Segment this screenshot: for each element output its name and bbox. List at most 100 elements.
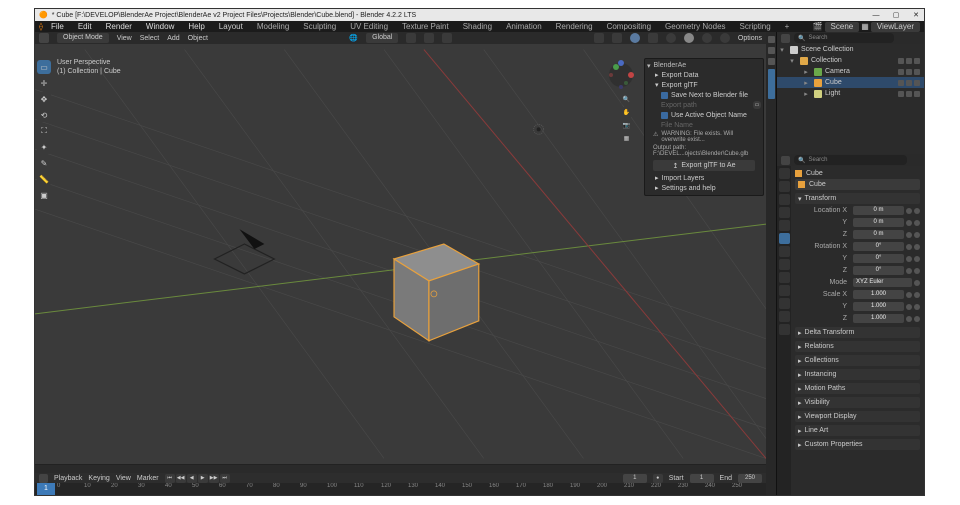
shading-matprev[interactable]	[702, 33, 712, 43]
tab-shading[interactable]: Shading	[457, 22, 498, 31]
tab-add[interactable]: +	[779, 22, 796, 31]
tab-rendering[interactable]: Rendering	[550, 22, 599, 31]
tool-addcube[interactable]: ▣	[37, 188, 51, 202]
tab-texpaint[interactable]: Texture Paint	[396, 22, 455, 31]
np-use-active[interactable]: Use Active Object Name	[647, 110, 761, 120]
sec-viewport[interactable]: ▸Viewport Display	[795, 411, 920, 422]
np-import-layers[interactable]: ▸Import Layers	[647, 173, 761, 183]
tool-rotate[interactable]: ⟲	[37, 108, 51, 122]
nav-gizmo[interactable]	[606, 60, 636, 90]
rot-mode-dropdown[interactable]: XYZ Euler	[853, 278, 912, 287]
tab-scripting[interactable]: Scripting	[734, 22, 777, 31]
outliner-search[interactable]: 🔍Search	[794, 33, 894, 43]
rot-y-field[interactable]: 0°	[853, 254, 904, 263]
ptab-scene[interactable]	[779, 207, 790, 218]
sec-motion[interactable]: ▸Motion Paths	[795, 383, 920, 394]
ntab-tool[interactable]	[768, 47, 775, 54]
ptab-material[interactable]	[779, 311, 790, 322]
menu-help[interactable]: Help	[182, 22, 210, 31]
shading-rendered[interactable]	[720, 33, 730, 43]
tab-animation[interactable]: Animation	[500, 22, 548, 31]
overlay-toggle[interactable]	[630, 33, 640, 43]
shading-solid[interactable]	[684, 33, 694, 43]
folder-button[interactable]: ▭	[753, 101, 761, 109]
autokey-button[interactable]: ●	[653, 474, 663, 483]
properties-options[interactable]	[911, 156, 920, 165]
tool-cursor[interactable]: ✛	[37, 76, 51, 90]
sec-lineart[interactable]: ▸Line Art	[795, 425, 920, 436]
ptab-world[interactable]	[779, 220, 790, 231]
outliner-collection[interactable]: ▾Collection	[777, 55, 924, 66]
tool-annotate[interactable]: ✎	[37, 156, 51, 170]
sec-relations[interactable]: ▸Relations	[795, 341, 920, 352]
vp-add[interactable]: Add	[167, 35, 179, 42]
lock-icon[interactable]	[906, 208, 912, 214]
ptab-modifiers[interactable]	[779, 246, 790, 257]
tab-geonodes[interactable]: Geometry Nodes	[659, 22, 731, 31]
np-export-gltf[interactable]: ▾Export glTF	[647, 80, 761, 90]
nav-pan[interactable]: ✋	[621, 107, 632, 118]
minimize-button[interactable]: —	[872, 11, 880, 19]
ptab-render[interactable]	[779, 168, 790, 179]
ptab-particles[interactable]	[779, 259, 790, 270]
visibility-toggle[interactable]	[594, 33, 604, 43]
ptab-constraints[interactable]	[779, 285, 790, 296]
export-gltf-to-ae-button[interactable]: ↥Export glTF to Ae	[653, 160, 755, 171]
sec-collections[interactable]: ▸Collections	[795, 355, 920, 366]
xray-toggle[interactable]	[648, 33, 658, 43]
ptab-physics[interactable]	[779, 272, 790, 283]
tl-keying[interactable]: Keying	[88, 475, 109, 482]
loc-z-field[interactable]: 0 m	[853, 230, 904, 239]
tool-scale[interactable]: ⛶	[37, 124, 51, 138]
ntab-view[interactable]	[768, 58, 775, 65]
shading-wire[interactable]	[666, 33, 676, 43]
ntab-blenderae[interactable]	[768, 69, 775, 99]
scale-y-field[interactable]: 1.000	[853, 302, 904, 311]
tl-marker[interactable]: Marker	[137, 475, 159, 482]
sec-delta[interactable]: ▸Delta Transform	[795, 327, 920, 338]
options-dropdown[interactable]: Options	[738, 35, 762, 42]
tab-uv[interactable]: UV Editing	[344, 22, 394, 31]
ntab-item[interactable]	[768, 36, 775, 43]
np-save-next[interactable]: Save Next to Blender file	[647, 90, 761, 100]
outliner-item-light[interactable]: ▸Light	[777, 88, 924, 99]
editor-type-icon[interactable]	[781, 34, 790, 43]
editor-type-icon[interactable]	[39, 474, 48, 483]
tab-layout[interactable]: Layout	[213, 22, 249, 31]
orientation-dropdown[interactable]: Global	[366, 33, 398, 43]
prev-key-button[interactable]: ◀◀	[176, 474, 186, 483]
prop-data-name[interactable]: Cube	[795, 179, 920, 190]
vp-select[interactable]: Select	[140, 35, 159, 42]
viewlayer-dropdown[interactable]: ViewLayer	[871, 22, 920, 32]
menu-file[interactable]: File	[45, 22, 70, 31]
tl-view[interactable]: View	[116, 475, 131, 482]
ptab-output[interactable]	[779, 181, 790, 192]
outliner-item-cube[interactable]: ▸Cube	[777, 77, 924, 88]
timeline-ruler[interactable]: 1 01020304050607080901001101201301401501…	[35, 483, 766, 495]
ptab-texture[interactable]	[779, 324, 790, 335]
tool-select[interactable]: ▭	[37, 60, 51, 74]
loc-y-field[interactable]: 0 m	[853, 218, 904, 227]
pivot-dropdown[interactable]	[406, 33, 416, 43]
editor-type-icon[interactable]	[39, 33, 49, 43]
nav-camera[interactable]: 📷	[621, 120, 632, 131]
np-header[interactable]: ▾BlenderAe	[647, 61, 761, 70]
maximize-button[interactable]: ▢	[892, 11, 900, 19]
nav-persp[interactable]: ▦	[621, 133, 632, 144]
tool-move[interactable]: ✥	[37, 92, 51, 106]
outliner[interactable]: ▾Scene Collection ▾Collection ▸Camera ▸C…	[777, 44, 924, 154]
current-frame-field[interactable]: 1	[623, 474, 647, 483]
menu-render[interactable]: Render	[100, 22, 138, 31]
outliner-item-camera[interactable]: ▸Camera	[777, 66, 924, 77]
tab-modeling[interactable]: Modeling	[251, 22, 295, 31]
tool-measure[interactable]: 📏	[37, 172, 51, 186]
sec-transform-header[interactable]: ▾Transform	[795, 193, 920, 204]
scale-z-field[interactable]: 1.000	[853, 314, 904, 323]
loc-x-field[interactable]: 0 m	[853, 206, 904, 215]
gizmo-toggle[interactable]	[612, 33, 622, 43]
tab-compositing[interactable]: Compositing	[601, 22, 657, 31]
ptab-data[interactable]	[779, 298, 790, 309]
end-frame-field[interactable]: 250	[738, 474, 762, 483]
np-export-data[interactable]: ▸Export Data	[647, 70, 761, 80]
anim-dot[interactable]	[914, 208, 920, 214]
